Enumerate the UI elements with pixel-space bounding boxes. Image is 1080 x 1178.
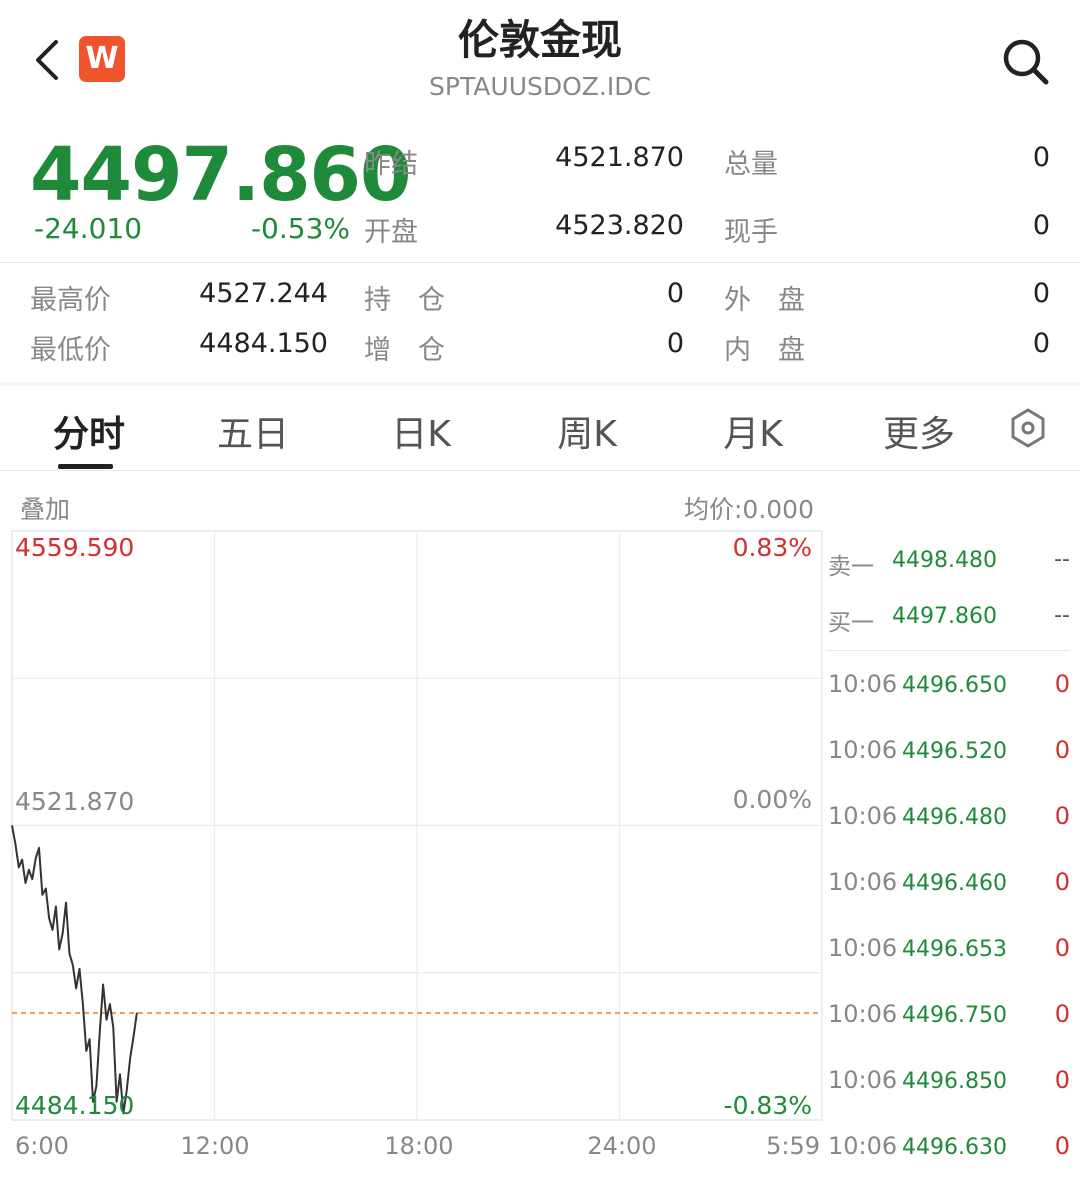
bid1-price: 4497.860	[892, 604, 997, 629]
total-volume-value: 0	[1032, 142, 1050, 173]
x-tick-label: 18:00	[384, 1132, 453, 1160]
tick-price: 4496.653	[902, 937, 1007, 962]
tick-price: 4496.650	[902, 673, 1007, 698]
tick-volume: 0	[1054, 670, 1070, 698]
tab-five-day[interactable]: 五日	[188, 405, 318, 457]
tick-volume: 0	[1054, 802, 1070, 830]
low-label: 最低价	[30, 335, 111, 366]
last-price: 4497.860	[30, 132, 412, 218]
tick-row: 10:06 4496.460 0	[828, 868, 1072, 902]
search-icon[interactable]	[1000, 36, 1052, 88]
bid1-label: 买一	[828, 610, 874, 636]
tick-time: 10:06	[828, 736, 898, 764]
high-label: 最高价	[30, 285, 111, 316]
x-tick-label: 24:00	[587, 1132, 656, 1160]
tick-price: 4496.750	[902, 1003, 1007, 1028]
x-tick-label: 5:59	[766, 1132, 820, 1160]
tick-time: 10:06	[828, 868, 898, 896]
low-value: 4484.150	[199, 328, 328, 359]
divider	[826, 650, 1070, 651]
open-label: 开盘	[364, 217, 418, 248]
inner-value: 0	[1032, 328, 1050, 359]
open-value: 4523.820	[555, 210, 684, 241]
price-line	[11, 825, 138, 1115]
tick-volume: 0	[1054, 934, 1070, 962]
divider	[0, 262, 1080, 263]
outer-label: 外 盘	[724, 285, 805, 316]
tick-row: 10:06 4496.650 0	[828, 670, 1072, 704]
tick-row: 10:06 4496.750 0	[828, 1000, 1072, 1034]
avg-price-label: 均价:0.000	[684, 495, 814, 524]
ask1-price: 4498.480	[892, 548, 997, 573]
tick-row: 10:06 4496.520 0	[828, 736, 1072, 770]
tab-daily-k[interactable]: 日K	[356, 405, 486, 457]
tick-price: 4496.630	[902, 1135, 1007, 1160]
tab-weekly-k[interactable]: 周K	[522, 405, 652, 457]
inner-label: 内 盘	[724, 335, 805, 366]
tick-row: 10:06 4496.480 0	[828, 802, 1072, 836]
tick-volume: 0	[1054, 736, 1070, 764]
page-title: 伦敦金现	[458, 16, 622, 64]
tick-row: 10:06 4496.653 0	[828, 934, 1072, 968]
tick-list[interactable]: 10:06 4496.650 0 10:06 4496.520 0 10:06 4496.48…	[828, 670, 1072, 1170]
overlay-button[interactable]: 叠加	[20, 490, 70, 526]
divider	[0, 470, 1080, 471]
oi-change-value: 0	[666, 328, 684, 359]
tick-time: 10:06	[828, 1132, 898, 1160]
ask1-volume: --	[1054, 547, 1070, 572]
bid1-volume: --	[1054, 603, 1070, 628]
tick-price: 4496.460	[902, 871, 1007, 896]
back-arrow-icon[interactable]	[30, 38, 64, 82]
tab-more[interactable]: 更多	[854, 405, 984, 457]
oi-change-label: 增 仓	[364, 335, 445, 366]
y-axis-top-label: 4559.590	[15, 533, 134, 562]
x-tick-label: 6:00	[15, 1132, 69, 1160]
current-hand-label: 现手	[724, 217, 778, 248]
tick-volume: 0	[1054, 1000, 1070, 1028]
price-change-pct: -0.53%	[250, 212, 350, 245]
section-gap	[0, 382, 1080, 386]
pct-top-label: 0.83%	[733, 533, 812, 562]
outer-value: 0	[1032, 278, 1050, 309]
total-volume-label: 总量	[724, 149, 778, 180]
settings-hexagon-icon[interactable]	[1008, 406, 1048, 450]
open-interest-value: 0	[666, 278, 684, 309]
high-value: 4527.244	[199, 278, 328, 309]
ask1-label: 卖一	[828, 554, 874, 580]
prev-settle-value: 4521.870	[555, 142, 684, 173]
y-axis-mid-label: 4521.870	[15, 787, 134, 816]
app-logo: W	[79, 36, 125, 82]
y-axis-bottom-label: 4484.150	[15, 1091, 134, 1120]
tick-time: 10:06	[828, 1000, 898, 1028]
current-hand-value: 0	[1032, 210, 1050, 241]
tick-row: 10:06 4496.850 0	[828, 1066, 1072, 1100]
tick-price: 4496.480	[902, 805, 1007, 830]
tick-time: 10:06	[828, 1066, 898, 1094]
tick-time: 10:06	[828, 934, 898, 962]
tick-volume: 0	[1054, 868, 1070, 896]
tick-row: 10:06 4496.630 0	[828, 1132, 1072, 1166]
tick-price: 4496.520	[902, 739, 1007, 764]
active-tab-indicator	[58, 464, 113, 469]
tick-price: 4496.850	[902, 1069, 1007, 1094]
tab-monthly-k[interactable]: 月K	[688, 405, 818, 457]
price-change: -24.010	[34, 212, 143, 245]
prev-settle-label: 昨结	[364, 149, 418, 180]
open-interest-label: 持 仓	[364, 285, 445, 316]
tick-volume: 0	[1054, 1132, 1070, 1160]
tab-intraday[interactable]: 分时	[24, 405, 154, 457]
pct-mid-label: 0.00%	[733, 785, 812, 814]
symbol-code: SPTAUUSDOZ.IDC	[429, 72, 651, 101]
tick-time: 10:06	[828, 670, 898, 698]
tick-volume: 0	[1054, 1066, 1070, 1094]
pct-bottom-label: -0.83%	[724, 1091, 812, 1120]
x-tick-label: 12:00	[180, 1132, 249, 1160]
tick-time: 10:06	[828, 802, 898, 830]
